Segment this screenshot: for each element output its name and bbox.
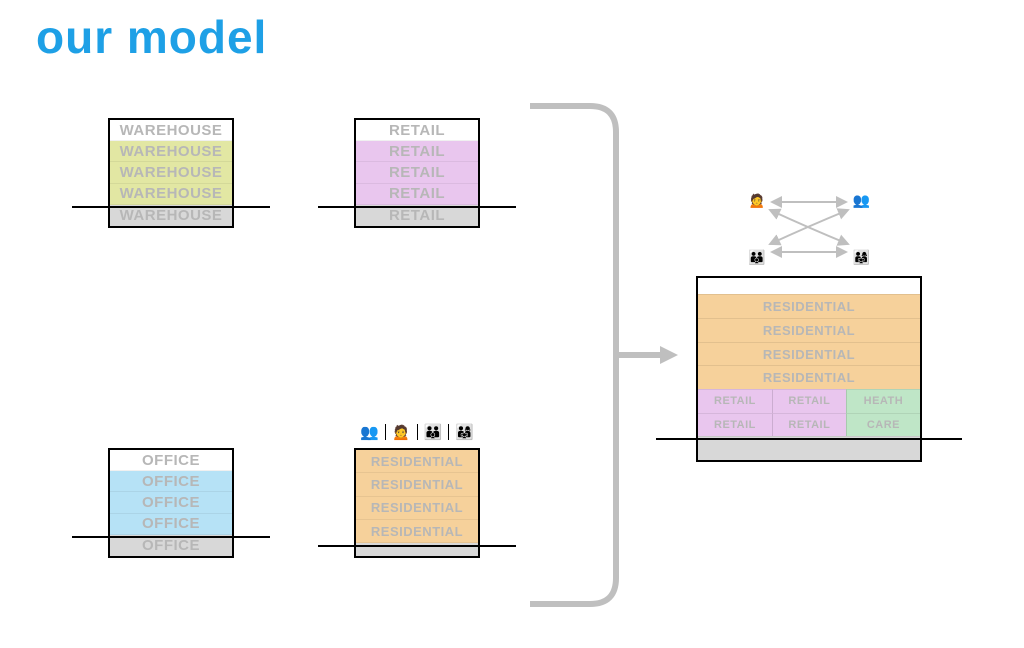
floor-label: RESIDENTIAL [371, 500, 463, 515]
floor-label: HEATH [864, 395, 904, 407]
people-icon: 👪 [748, 249, 765, 266]
floor-label: CARE [867, 419, 900, 431]
ground-line [656, 438, 962, 440]
ground-line [72, 206, 270, 208]
floor-label: RESIDENTIAL [763, 299, 855, 314]
floor-label: RESIDENTIAL [371, 477, 463, 492]
people-icon: 🙍 [748, 192, 765, 209]
block-warehouse: WAREHOUSE WAREHOUSE WAREHOUSE WAREHOUSE … [108, 118, 234, 228]
floor-label: RETAIL [714, 419, 756, 431]
floor-label: WAREHOUSE [120, 207, 223, 224]
floor-label: RETAIL [389, 207, 445, 224]
floor-label: RETAIL [788, 395, 830, 407]
flow-arrow [520, 100, 680, 610]
page-title: our model [36, 10, 267, 64]
floor-label: RETAIL [788, 419, 830, 431]
ground-line [72, 536, 270, 538]
floor-label: WAREHOUSE [120, 164, 223, 181]
floor-label: RETAIL [389, 143, 445, 160]
icons-segregated: 👥 🙍 👪 👨‍👩‍👧 [354, 424, 480, 440]
interaction-network: 🙍 👥 👪 👨‍👩‍👧 [742, 188, 876, 266]
floor-label: RESIDENTIAL [763, 323, 855, 338]
floor-label: RESIDENTIAL [371, 524, 463, 539]
floor-label: RESIDENTIAL [763, 347, 855, 362]
separator-icon [385, 424, 386, 440]
floor-label: OFFICE [142, 452, 200, 469]
floor-label: OFFICE [142, 494, 200, 511]
people-icon: 👨‍👩‍👧 [455, 425, 474, 440]
block-office: OFFICE OFFICE OFFICE OFFICE OFFICE [108, 448, 234, 558]
floor-label: WAREHOUSE [120, 185, 223, 202]
ground-line [318, 206, 516, 208]
block-mixed-use: RESIDENTIAL RESIDENTIAL RESIDENTIAL RESI… [696, 276, 922, 462]
floor-label: WAREHOUSE [120, 122, 223, 139]
floor-label: RESIDENTIAL [371, 454, 463, 469]
people-icon: 👥 [360, 425, 379, 440]
people-icon: 👪 [424, 425, 443, 440]
block-residential: RESIDENTIAL RESIDENTIAL RESIDENTIAL RESI… [354, 448, 480, 558]
block-retail: RETAIL RETAIL RETAIL RETAIL RETAIL [354, 118, 480, 228]
ground-line [318, 545, 516, 547]
people-icon: 👥 [853, 192, 870, 209]
separator-icon [448, 424, 449, 440]
floor-label: RETAIL [389, 122, 445, 139]
people-icon: 👨‍👩‍👧 [853, 249, 870, 266]
separator-icon [417, 424, 418, 440]
floor-label: RESIDENTIAL [763, 370, 855, 385]
floor-label: WAREHOUSE [120, 143, 223, 160]
floor-label: RETAIL [389, 164, 445, 181]
floor-label: RETAIL [714, 395, 756, 407]
people-icon: 🙍 [392, 425, 411, 440]
floor-label: OFFICE [142, 537, 200, 554]
floor-label: OFFICE [142, 515, 200, 532]
floor-label: RETAIL [389, 185, 445, 202]
floor-label: OFFICE [142, 473, 200, 490]
